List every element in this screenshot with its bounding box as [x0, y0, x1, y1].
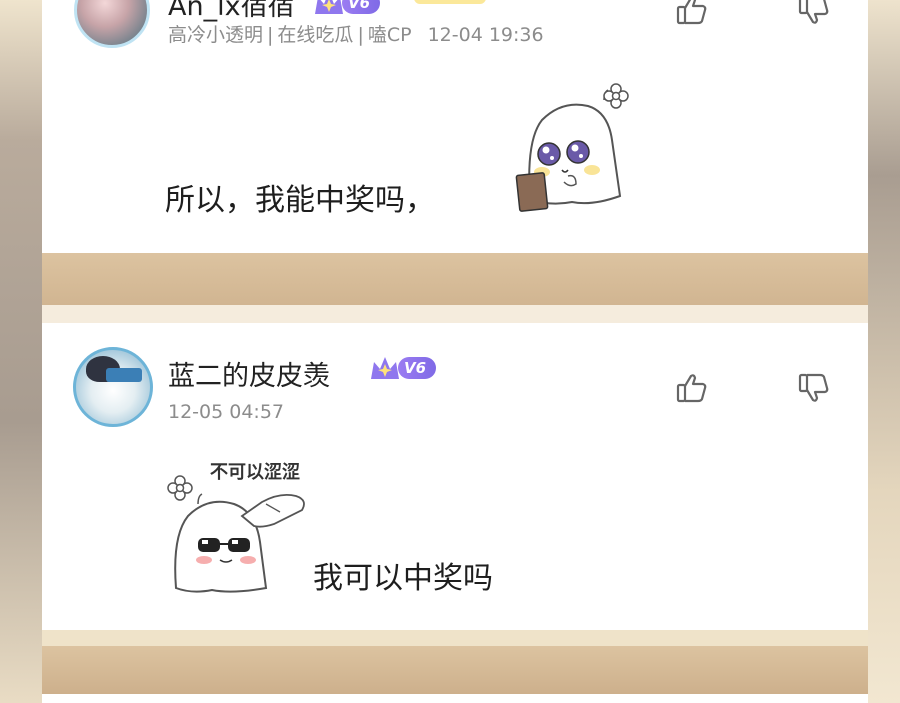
comment-card [42, 694, 868, 703]
ghost-sunglasses-poke-sticker: 不可以涩涩 [167, 462, 305, 593]
user-tag: 高冷小透明 [168, 24, 264, 46]
avatar[interactable] [73, 347, 153, 427]
background-left [0, 0, 42, 703]
comment-meta: 高冷小透明 | 在线吃瓜 | 嗑CP 12-04 19:36 [168, 24, 544, 46]
thumbs-down-icon[interactable] [796, 0, 832, 28]
thumbs-up-icon[interactable] [674, 370, 710, 406]
comment-text: 所以，我能中奖吗， [165, 183, 435, 218]
comment-time: 12-05 04:57 [168, 401, 285, 423]
thumbs-down-icon[interactable] [796, 370, 832, 406]
sticker-caption: 不可以涩涩 [210, 462, 300, 483]
background-right [868, 0, 900, 703]
comment-text: 我可以中奖吗 [313, 561, 493, 596]
comment-time: 12-04 19:36 [427, 24, 544, 46]
fan-badge [414, 0, 486, 4]
crown-icon [371, 357, 399, 379]
crown-icon [315, 0, 343, 14]
comment-meta: 12-05 04:57 [168, 401, 284, 423]
comment-separator [42, 646, 868, 694]
comment-username[interactable]: 蓝二的皮皮羡 [168, 354, 330, 393]
vip-level: V6 [398, 357, 437, 379]
vip-level: V6 [342, 0, 381, 14]
vip-badge: V6 [368, 353, 437, 383]
vip-badge: V6 [312, 0, 381, 18]
ghost-holding-phone-sticker [515, 83, 629, 212]
user-tag: 在线吃瓜 [277, 24, 354, 46]
thumbs-up-icon[interactable] [674, 0, 710, 28]
avatar-badge [106, 368, 142, 382]
user-tag: 嗑CP [367, 24, 412, 46]
comment-separator [42, 253, 868, 323]
